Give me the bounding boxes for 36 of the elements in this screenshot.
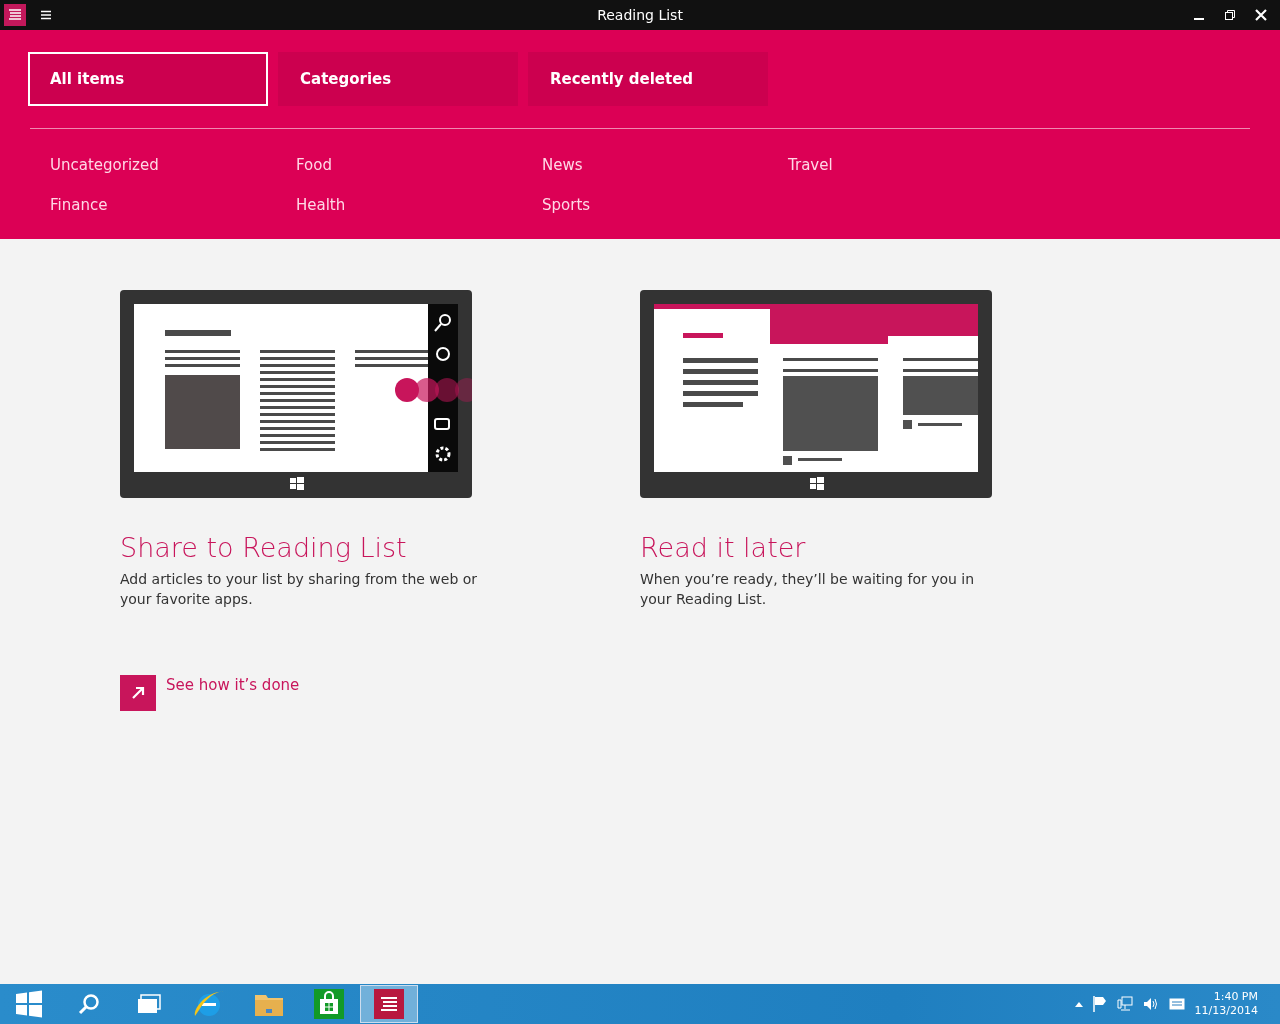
speaker-icon[interactable] xyxy=(1142,997,1159,1011)
category-link[interactable]: Travel xyxy=(788,153,1034,177)
category-link[interactable]: Food xyxy=(296,153,542,177)
nav-tab[interactable]: Categories xyxy=(278,52,518,106)
shopping-bag-icon xyxy=(314,989,344,1019)
card-title: Share to Reading List xyxy=(120,532,408,563)
network-icon[interactable] xyxy=(1116,996,1133,1012)
nav-tab[interactable]: All items xyxy=(28,52,268,106)
category-link[interactable]: Health xyxy=(296,193,542,217)
windows-logo-icon xyxy=(15,990,43,1018)
clock-date: 11/13/2014 xyxy=(1194,1004,1258,1018)
clock[interactable]: 1:40 PM 11/13/2014 xyxy=(1194,990,1258,1018)
card-description: Add articles to your list by sharing from the web or your favorite apps. xyxy=(120,570,479,609)
see-how-link[interactable]: See how it’s done xyxy=(166,676,300,694)
taskbar-button[interactable] xyxy=(360,985,418,1023)
category-link[interactable]: News xyxy=(542,153,788,177)
window-title: Reading List xyxy=(597,7,683,23)
windows-stack-icon xyxy=(137,994,161,1014)
reading-list-icon xyxy=(4,4,26,26)
flag-icon[interactable] xyxy=(1092,996,1107,1012)
card-title: Read it later xyxy=(640,532,807,563)
arrow-tile-icon[interactable] xyxy=(120,675,156,711)
search-icon xyxy=(77,992,101,1016)
clock-time: 1:40 PM xyxy=(1213,990,1258,1004)
reading-list-icon xyxy=(374,989,404,1019)
card-description: When you’re ready, they’ll be waiting for you in your Reading List. xyxy=(640,570,976,609)
category-link[interactable]: Uncategorized xyxy=(50,153,296,177)
close-icon xyxy=(1254,9,1267,21)
minimize-icon xyxy=(1193,18,1204,20)
category-link[interactable]: Sports xyxy=(542,193,788,217)
keyboard-icon[interactable] xyxy=(1168,998,1185,1010)
restore-icon xyxy=(1224,10,1235,20)
chevron-up-icon[interactable] xyxy=(1074,1001,1083,1007)
nav-tab[interactable]: Recently deleted xyxy=(528,52,768,106)
category-link[interactable]: Finance xyxy=(50,193,296,217)
menu-icon xyxy=(39,10,52,20)
